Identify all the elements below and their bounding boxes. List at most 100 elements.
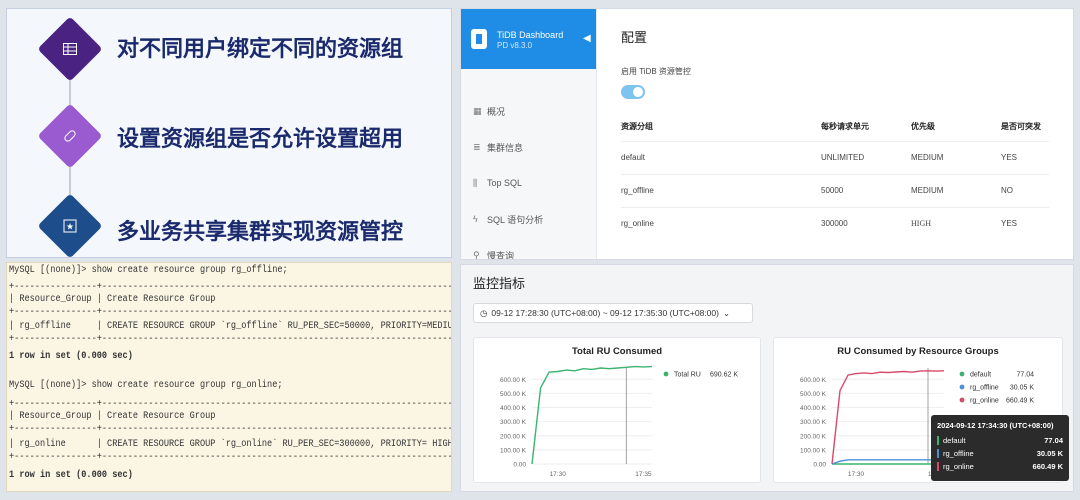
chart-tooltip: 2024-09-12 17:34:30 (UTC+08:00) default … (931, 415, 1069, 481)
terminal-line: 1 row in set (0.000 sec) (9, 351, 133, 362)
sidebar-item-label: 慢查询 (487, 250, 515, 260)
terminal-line: +----------------+----------------------… (9, 399, 451, 410)
series-swatch (937, 449, 939, 458)
legend-marker (959, 371, 965, 377)
y-tick-label: 600.00 K (800, 377, 827, 384)
clock-icon: ◷ (480, 307, 488, 318)
brand-title: TiDB Dashboard (497, 29, 564, 40)
sidebar-item-cluster-info[interactable]: ≣ 集群信息 (461, 129, 596, 165)
collapse-sidebar-icon[interactable]: ◀ (583, 33, 591, 44)
mysql-terminal: MySQL [(none)]> show create resource gro… (6, 262, 452, 492)
terminal-line: MySQL [(none)]> show create resource gro… (9, 265, 288, 276)
resource-control-toggle[interactable] (621, 85, 645, 99)
shield-star-icon: ★ (56, 212, 84, 240)
tooltip-row: rg_offline 30.05 K (937, 447, 1063, 460)
feature-text-1: 对不同用户绑定不同的资源组 (117, 37, 404, 62)
x-tick-label: 17:30 (848, 471, 865, 478)
terminal-line: +----------------+----------------------… (9, 307, 452, 318)
legend-marker (959, 397, 965, 403)
legend-label: default (970, 372, 991, 379)
terminal-line: 1 row in set (0.000 sec) (9, 470, 133, 481)
terminal-line: +----------------+----------------------… (9, 334, 452, 345)
tooltip-row: rg_online 660.49 K (937, 460, 1063, 473)
tooltip-series-name: rg_online (943, 462, 974, 471)
sidebar-item-label: 概况 (487, 106, 506, 117)
table-row[interactable]: rg_online 300000 HIGH YES (621, 206, 1049, 240)
sidebar-item-label: 集群信息 (487, 142, 524, 153)
legend-value: 77.04 (1016, 372, 1034, 379)
y-tick-label: 300.00 K (500, 419, 527, 426)
legend-value: 660.49 K (1006, 398, 1034, 405)
terminal-line: | Resource_Group | Create Resource Group… (9, 294, 452, 305)
tooltip-time: 2024-09-12 17:34:30 (UTC+08:00) (937, 419, 1063, 432)
y-tick-label: 500.00 K (800, 391, 827, 398)
sidebar-nav: ▦ 概况 ≣ 集群信息 ⫼ Top SQL ϟ SQL 语句分析 ⚲ 慢查询 (461, 69, 596, 260)
sidebar: TiDB Dashboard PD v8.3.0 ◀ ▦ 概况 ≣ 集群信息 ⫼ To… (461, 9, 597, 259)
chart-card-total-ru: Total RU Consumed 0.00 100.00 K 200.00 K 30… (473, 337, 761, 483)
y-tick-label: 600.00 K (500, 377, 527, 384)
cell: MEDIUM (911, 173, 1001, 207)
cell: YES (1001, 206, 1049, 240)
table-row[interactable]: rg_offline 50000 MEDIUM NO (621, 173, 1049, 207)
legend-label: rg_offline (970, 385, 999, 392)
legend-marker (663, 371, 669, 377)
bar-chart-icon: ⫼ (473, 177, 478, 188)
tooltip-series-name: rg_offline (943, 449, 974, 458)
x-tick-label: 17:35 (635, 471, 652, 478)
terminal-line: | Resource_Group | Create Resource Group… (9, 411, 216, 422)
legend-label: rg_online (970, 398, 999, 405)
cell: 50000 (821, 173, 911, 207)
cell: NO (1001, 173, 1049, 207)
overview-icon: ▦ (473, 105, 482, 116)
col-header: 资源分组 (621, 122, 653, 132)
sidebar-item-sql-statements[interactable]: ϟ SQL 语句分析 (461, 201, 596, 237)
statement-icon: ϟ (473, 214, 478, 224)
terminal-line: | rg_online | CREATE RESOURCE GROUP `rg_… (9, 439, 452, 450)
y-tick-label: 400.00 K (500, 405, 527, 412)
table-header-row: 资源分组 每秒请求单元 优先级 是否可突发 (621, 113, 1049, 141)
chevron-down-icon: ⌄ (722, 307, 731, 318)
tooltip-row: default 77.04 (937, 434, 1063, 447)
series-swatch (937, 436, 939, 445)
feature-text-2: 设置资源组是否允许设置超用 (117, 127, 404, 152)
terminal-line: | rg_offline | CREATE RESOURCE GROUP `rg… (9, 321, 452, 332)
slow-query-icon: ⚲ (473, 249, 480, 260)
cell: HIGH (911, 206, 1001, 240)
col-header: 是否可突发 (1001, 122, 1041, 132)
cell: UNLIMITED (821, 140, 911, 174)
cell: 300000 (821, 206, 911, 240)
svg-text:★: ★ (66, 222, 74, 232)
tooltip-series-name: default (943, 436, 966, 445)
sidebar-header: TiDB Dashboard PD v8.3.0 ◀ (461, 9, 596, 69)
tooltip-series-value: 77.04 (1044, 436, 1063, 445)
y-tick-label: 200.00 K (500, 433, 527, 440)
legend-label: Total RU (674, 372, 701, 379)
tidb-dashboard-panel: TiDB Dashboard PD v8.3.0 ◀ ▦ 概况 ≣ 集群信息 ⫼ To… (460, 8, 1074, 260)
table-icon (56, 35, 84, 63)
terminal-line: MySQL [(none)]> show create resource gro… (9, 380, 283, 391)
table-row[interactable]: default UNLIMITED MEDIUM YES (621, 140, 1049, 174)
y-tick-label: 100.00 K (500, 447, 527, 454)
total-ru-chart: 0.00 100.00 K 200.00 K 300.00 K 400.00 K 500.… (500, 365, 738, 478)
feature-text-3: 多业务共享集群实现资源管控 (117, 220, 404, 245)
terminal-line: +----------------+----------------------… (9, 452, 451, 463)
y-tick-label: 500.00 K (500, 391, 527, 398)
terminal-line: +----------------+----------------------… (9, 282, 452, 293)
feature-panel: 对不同用户绑定不同的资源组 设置资源组是否允许设置超用 ★ 多业务共享集群实现资… (6, 8, 452, 258)
monitoring-title: 监控指标 (473, 276, 526, 291)
col-header: 优先级 (911, 122, 935, 132)
time-range-picker[interactable]: ◷ 09-12 17:28:30 (UTC+08:00) ~ 09-12 17:… (473, 303, 753, 323)
time-range-value: 09-12 17:28:30 (UTC+08:00) ~ 09-12 17:35… (491, 308, 719, 318)
sidebar-item-label: SQL 语句分析 (487, 214, 544, 225)
cell: YES (1001, 140, 1049, 174)
y-tick-label: 100.00 K (800, 447, 827, 454)
y-tick-label: 0.00 (513, 462, 526, 469)
sidebar-item-top-sql[interactable]: ⫼ Top SQL (461, 165, 596, 201)
legend-value: 690.62 K (710, 372, 738, 379)
sidebar-item-slow-query[interactable]: ⚲ 慢查询 (461, 237, 596, 260)
tooltip-series-value: 660.49 K (1032, 462, 1063, 471)
sidebar-item-overview[interactable]: ▦ 概况 (461, 93, 596, 129)
y-tick-label: 200.00 K (800, 433, 827, 440)
cell: rg_offline (621, 173, 821, 207)
resource-group-table: 资源分组 每秒请求单元 优先级 是否可突发 default UNLIMITED … (621, 113, 1049, 240)
